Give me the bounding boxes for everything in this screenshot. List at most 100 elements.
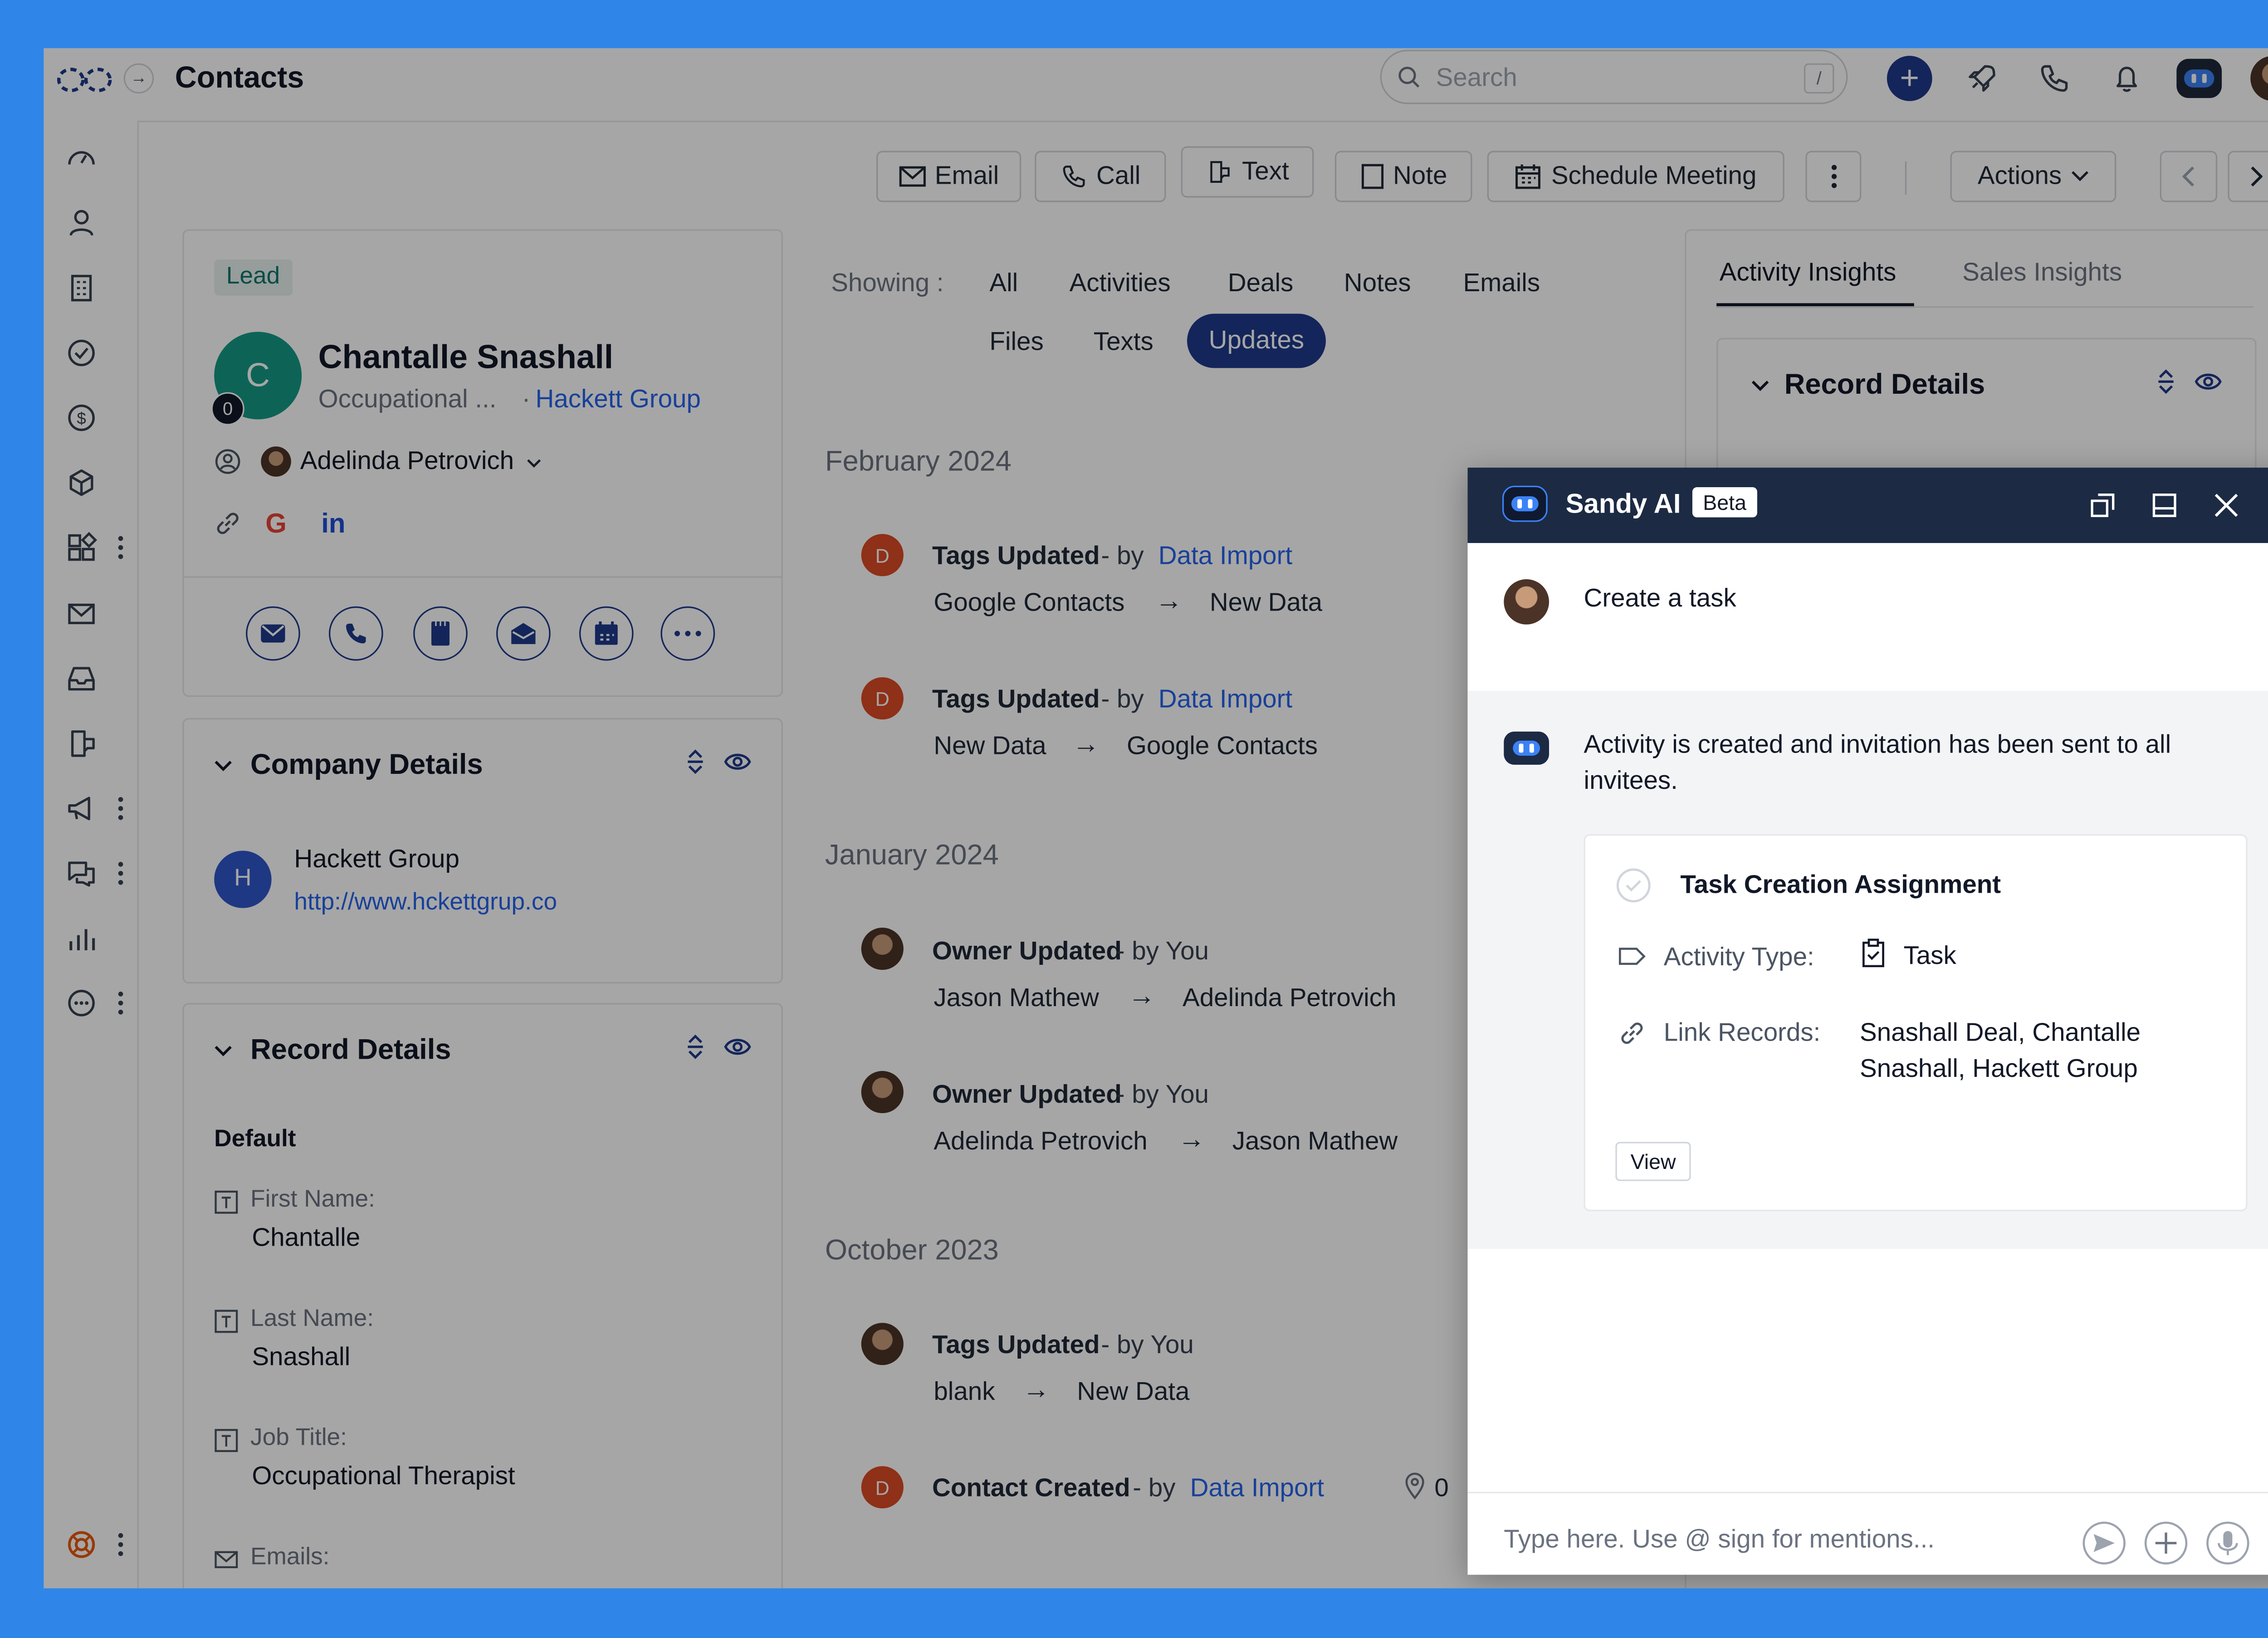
mail-icon — [899, 166, 926, 187]
google-contacts-icon[interactable]: G — [265, 509, 287, 540]
beta-badge: Beta — [1692, 487, 1757, 518]
filter-updates-label: Updates — [1208, 326, 1305, 355]
more-apps-more-icon[interactable] — [117, 991, 123, 1015]
job-title-value[interactable]: Occupational Therapist — [252, 1462, 515, 1492]
send-icon[interactable] — [2082, 1521, 2127, 1566]
company-name[interactable]: Hackett Group — [294, 845, 459, 875]
note-button[interactable]: Note — [1334, 151, 1472, 202]
arrow-right-icon: → — [1178, 1124, 1205, 1154]
view-button[interactable]: View — [1615, 1142, 1691, 1181]
chevron-left-icon — [2182, 166, 2195, 187]
owner-name[interactable]: Adelinda Petrovich — [300, 446, 514, 477]
timeline-item-actor[interactable]: Data Import — [1158, 685, 1292, 715]
reorder-icon[interactable] — [2156, 368, 2177, 395]
arrow-right-icon: → — [1128, 980, 1156, 1011]
expand-sidebar-icon[interactable]: → — [123, 63, 154, 94]
filter-deals[interactable]: Deals — [1228, 269, 1294, 299]
eye-icon[interactable] — [724, 751, 751, 773]
quick-note-button[interactable] — [413, 606, 468, 661]
timeline-to-value: Google Contacts — [1126, 731, 1318, 760]
last-name-value[interactable]: Snashall — [252, 1342, 350, 1373]
filter-emails[interactable]: Emails — [1463, 269, 1540, 299]
maximize-icon[interactable] — [2151, 492, 2178, 519]
companies-icon[interactable] — [65, 272, 98, 305]
company-url[interactable]: http://www.hckettgrup.co — [294, 890, 557, 917]
eye-icon[interactable] — [2195, 371, 2222, 392]
user-avatar[interactable] — [2250, 56, 2268, 101]
data-import-avatar: D — [861, 677, 904, 720]
timeline-item-actor[interactable]: Data Import — [1158, 542, 1292, 572]
contacts-icon[interactable] — [65, 207, 98, 240]
quick-mailbox-button[interactable] — [496, 606, 551, 661]
help-more-icon[interactable] — [117, 1532, 123, 1556]
timeline-item-actor[interactable]: Data Import — [1190, 1474, 1324, 1504]
more-actions-button[interactable] — [1805, 151, 1862, 202]
campaigns-more-icon[interactable] — [117, 797, 123, 821]
sandy-ai-icon[interactable] — [2176, 59, 2222, 98]
contact-company-link[interactable]: Hackett Group — [535, 385, 700, 415]
filter-updates[interactable]: Updates — [1187, 313, 1326, 368]
next-record-button[interactable] — [2228, 151, 2268, 202]
user-message: Create a task — [1584, 583, 1736, 613]
chevron-right-icon — [2251, 166, 2263, 187]
view-button-label: View — [1630, 1149, 1676, 1174]
tab-activity-insights[interactable]: Activity Insights — [1720, 258, 1897, 288]
add-button[interactable]: + — [1887, 56, 1932, 101]
rocket-icon[interactable] — [1965, 62, 1999, 95]
owner-icon — [214, 448, 241, 475]
collapse-chevron-icon[interactable] — [1751, 380, 1769, 392]
dashboard-icon[interactable] — [65, 142, 98, 175]
inbox-icon[interactable] — [65, 662, 98, 695]
quick-call-button[interactable] — [328, 606, 383, 661]
email-button[interactable]: Email — [876, 151, 1022, 202]
collapse-chevron-icon[interactable] — [214, 1045, 232, 1057]
previous-record-button[interactable] — [2160, 151, 2218, 202]
apps-more-icon[interactable] — [117, 535, 123, 559]
actions-dropdown[interactable]: Actions — [1950, 151, 2116, 202]
chat-icon[interactable] — [65, 857, 98, 890]
products-icon[interactable] — [65, 466, 98, 499]
company-details-heading: Company Details — [250, 749, 483, 782]
bell-icon[interactable] — [2110, 62, 2143, 95]
filter-all[interactable]: All — [989, 269, 1018, 299]
reorder-icon[interactable] — [685, 1033, 706, 1061]
search-input[interactable]: Search / — [1380, 49, 1848, 104]
chat-more-icon[interactable] — [117, 861, 123, 885]
reorder-icon[interactable] — [685, 748, 706, 775]
tasks-icon[interactable] — [65, 337, 98, 370]
linkedin-icon[interactable]: in — [321, 509, 345, 540]
texts-icon[interactable] — [65, 727, 98, 760]
quick-more-button[interactable] — [660, 606, 715, 661]
first-name-value[interactable]: Chantalle — [252, 1223, 360, 1254]
filter-activities[interactable]: Activities — [1070, 269, 1171, 299]
mail-icon[interactable] — [65, 597, 98, 631]
schedule-meeting-button[interactable]: Schedule Meeting — [1487, 151, 1784, 202]
popout-icon[interactable] — [2089, 492, 2116, 519]
phone-icon[interactable] — [2038, 62, 2071, 95]
call-button[interactable]: Call — [1035, 151, 1166, 202]
collapse-chevron-icon[interactable] — [214, 760, 232, 773]
contact-job-title: Occupational ... — [318, 384, 497, 414]
tab-sales-insights[interactable]: Sales Insights — [1962, 258, 2122, 288]
eye-icon[interactable] — [724, 1036, 751, 1057]
chat-input[interactable]: Type here. Use @ sign for mentions... — [1504, 1525, 1935, 1555]
owner-dropdown-icon[interactable] — [527, 459, 542, 469]
more-apps-icon[interactable] — [65, 987, 98, 1020]
logo-icon[interactable] — [56, 64, 113, 97]
link-icon[interactable] — [214, 510, 241, 537]
attach-plus-icon[interactable] — [2143, 1521, 2189, 1566]
campaigns-icon[interactable] — [65, 792, 98, 825]
kebab-icon — [1831, 165, 1836, 188]
quick-meeting-button[interactable] — [579, 606, 634, 661]
deals-icon[interactable]: $ — [65, 401, 98, 435]
reports-icon[interactable] — [65, 922, 98, 955]
close-icon[interactable] — [2213, 492, 2240, 519]
filter-files[interactable]: Files — [989, 328, 1043, 358]
microphone-icon[interactable] — [2205, 1521, 2251, 1566]
filter-texts[interactable]: Texts — [1094, 328, 1154, 358]
apps-icon[interactable] — [65, 531, 98, 564]
quick-email-button[interactable] — [246, 606, 300, 661]
help-icon[interactable] — [65, 1528, 98, 1561]
text-button[interactable]: Text — [1181, 146, 1314, 198]
filter-notes[interactable]: Notes — [1344, 269, 1411, 299]
